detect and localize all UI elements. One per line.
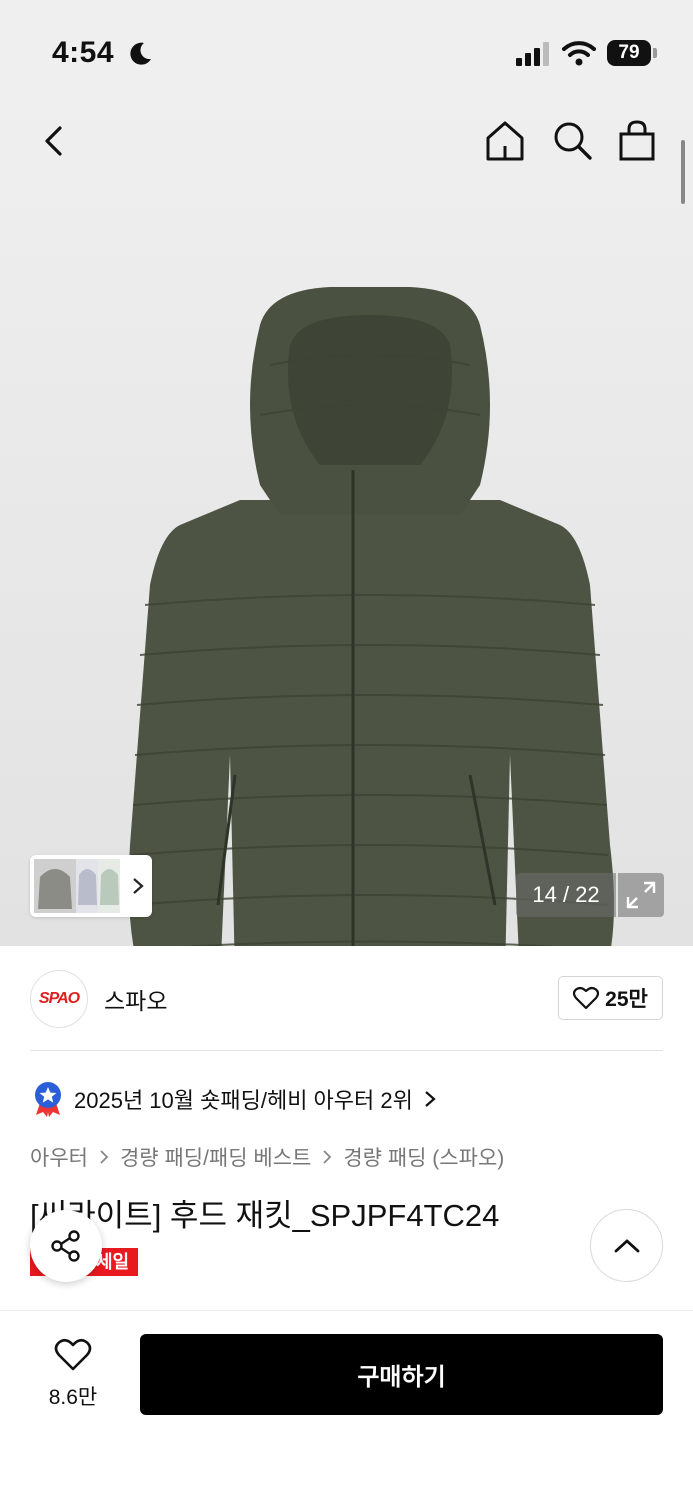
buy-button[interactable]: 구매하기	[140, 1334, 663, 1415]
brand-like-button[interactable]: 25만	[558, 976, 663, 1020]
battery-indicator: 79	[607, 40, 657, 66]
bag-icon[interactable]	[614, 118, 660, 164]
scroll-top-button[interactable]	[590, 1209, 663, 1282]
medal-icon	[35, 1082, 61, 1117]
home-icon[interactable]	[482, 118, 528, 164]
product-gallery[interactable]: 14 / 22	[0, 100, 693, 946]
scroll-indicator[interactable]	[681, 140, 685, 204]
breadcrumb: 아우터 경량 패딩/패딩 베스트 경량 패딩 (스파오)	[30, 1142, 504, 1172]
status-bar: 4:54 79	[0, 0, 693, 100]
wifi-icon	[562, 41, 596, 66]
heart-icon	[573, 986, 600, 1010]
chevron-right-icon[interactable]	[130, 876, 146, 896]
signal-icon	[516, 42, 549, 66]
status-time: 4:54	[52, 36, 115, 69]
chevron-right-icon	[323, 1150, 332, 1164]
brand-like-count: 25만	[605, 988, 648, 1011]
product-image[interactable]	[100, 285, 640, 946]
back-icon[interactable]	[36, 118, 76, 164]
brand-logo[interactable]: SPAO	[30, 970, 88, 1028]
moon-icon	[130, 42, 151, 65]
image-counter: 14 / 22	[516, 873, 616, 917]
chevron-right-icon	[425, 1091, 436, 1107]
ranking-link[interactable]: 2025년 10월 숏패딩/헤비 아우터 2위	[32, 1081, 437, 1117]
breadcrumb-item[interactable]: 경량 패딩/패딩 베스트	[120, 1142, 311, 1172]
divider	[30, 1050, 663, 1051]
wish-count: 8.6만	[48, 1386, 98, 1409]
search-icon[interactable]	[550, 118, 596, 164]
brand-name[interactable]: 스파오	[104, 982, 167, 1016]
product-title: [씨라이트] 후드 재킷_SPJPF4TC24	[30, 1198, 500, 1233]
share-icon	[51, 1230, 80, 1262]
breadcrumb-item[interactable]: 경량 패딩 (스파오)	[343, 1142, 504, 1172]
chevron-right-icon	[100, 1150, 109, 1164]
expand-icon	[626, 881, 656, 909]
color-thumbnails[interactable]	[30, 855, 152, 917]
heart-icon[interactable]	[54, 1338, 92, 1372]
battery-cap	[653, 48, 657, 58]
share-button[interactable]	[30, 1210, 102, 1282]
chevron-up-icon	[614, 1238, 639, 1252]
breadcrumb-item[interactable]: 아우터	[30, 1142, 88, 1172]
battery-level: 79	[607, 40, 651, 66]
expand-button[interactable]	[618, 873, 664, 917]
ranking-text: 2025년 10월 숏패딩/헤비 아우터 2위	[74, 1088, 413, 1113]
